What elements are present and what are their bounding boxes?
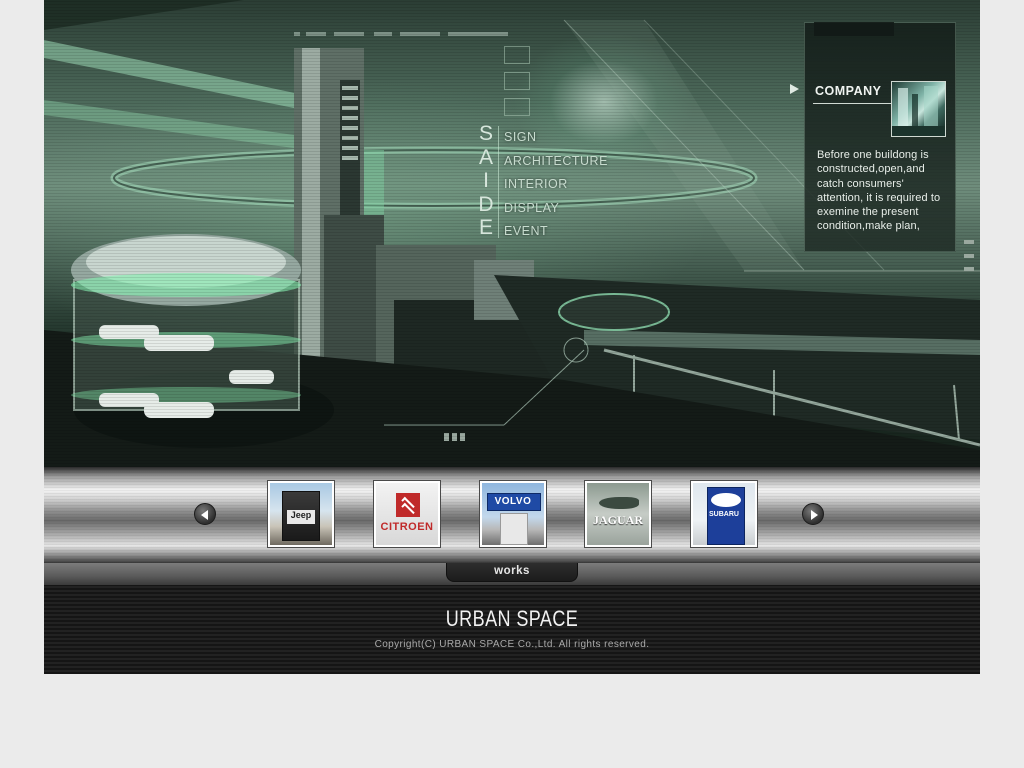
saide-letter: D bbox=[478, 192, 494, 216]
saide-logo: S A I D E bbox=[476, 122, 496, 240]
thumb-volvo[interactable]: VOLVO bbox=[480, 481, 546, 547]
thumb-citroen[interactable]: CITROEN bbox=[374, 481, 440, 547]
brand-logo: URBAN SPACE bbox=[445, 606, 579, 631]
citroen-chevron-icon bbox=[396, 493, 420, 517]
thumb-label: CITROEN bbox=[380, 521, 434, 533]
saide-letter: E bbox=[478, 216, 493, 239]
hud-square bbox=[504, 98, 530, 116]
play-arrow-icon bbox=[790, 84, 799, 94]
subaru-stars-icon bbox=[711, 493, 741, 507]
hero-banner: S A I D E SIGN ARCHITECTURE INTERIOR DIS… bbox=[44, 0, 980, 467]
company-panel[interactable]: COMPANY Before one buildong is construct… bbox=[804, 22, 956, 252]
carousel-next-button[interactable] bbox=[802, 503, 824, 525]
site-frame: S A I D E SIGN ARCHITECTURE INTERIOR DIS… bbox=[44, 0, 980, 674]
building-interior-icon bbox=[892, 86, 945, 136]
menu-item-event[interactable]: EVENT bbox=[504, 220, 608, 244]
thumb-jeep[interactable]: Jeep bbox=[268, 481, 334, 547]
footer: URBAN SPACE Copyright(C) URBAN SPACE Co.… bbox=[44, 585, 980, 674]
thumb-label: VOLVO bbox=[494, 496, 532, 507]
menu-item-architecture[interactable]: ARCHITECTURE bbox=[504, 150, 608, 174]
saide-letter: S bbox=[478, 122, 493, 145]
saide-letter: I bbox=[483, 169, 489, 192]
thumb-label: SUBARU bbox=[709, 511, 739, 518]
thumb-label: JAGUAR bbox=[593, 513, 643, 527]
volvo-post bbox=[500, 513, 528, 545]
main-menu: SIGN ARCHITECTURE INTERIOR DISPLAY EVENT bbox=[504, 126, 608, 244]
company-description: Before one buildong is constructed,open,… bbox=[817, 149, 941, 233]
works-tab[interactable]: works bbox=[446, 563, 578, 582]
copyright-text: Copyright(C) URBAN SPACE Co.,Ltd. All ri… bbox=[374, 639, 650, 650]
hud-square bbox=[504, 46, 530, 64]
company-panel-tab bbox=[814, 22, 894, 36]
menu-item-display[interactable]: DISPLAY bbox=[504, 197, 608, 221]
thumb-subaru[interactable]: SUBARU bbox=[691, 481, 757, 547]
thumb-jaguar[interactable]: JAGUAR bbox=[585, 481, 651, 547]
side-tick bbox=[964, 254, 974, 258]
thumb-label: Jeep bbox=[290, 510, 312, 520]
saide-divider bbox=[498, 126, 499, 238]
side-tick bbox=[964, 267, 974, 271]
hud-square bbox=[504, 72, 530, 90]
works-label: works bbox=[494, 565, 530, 577]
jaguar-leaper-icon bbox=[599, 497, 639, 509]
company-thumbnail[interactable] bbox=[891, 81, 946, 137]
side-tick bbox=[964, 240, 974, 244]
menu-item-sign[interactable]: SIGN bbox=[504, 126, 608, 150]
company-title[interactable]: COMPANY bbox=[815, 84, 881, 98]
company-underline bbox=[813, 103, 891, 104]
carousel-prev-button[interactable] bbox=[194, 503, 216, 525]
menu-item-interior[interactable]: INTERIOR bbox=[504, 173, 608, 197]
saide-letter: A bbox=[478, 145, 493, 169]
works-carousel: Jeep CITROEN VOLVO JAGUAR SUBARU bbox=[44, 467, 980, 563]
